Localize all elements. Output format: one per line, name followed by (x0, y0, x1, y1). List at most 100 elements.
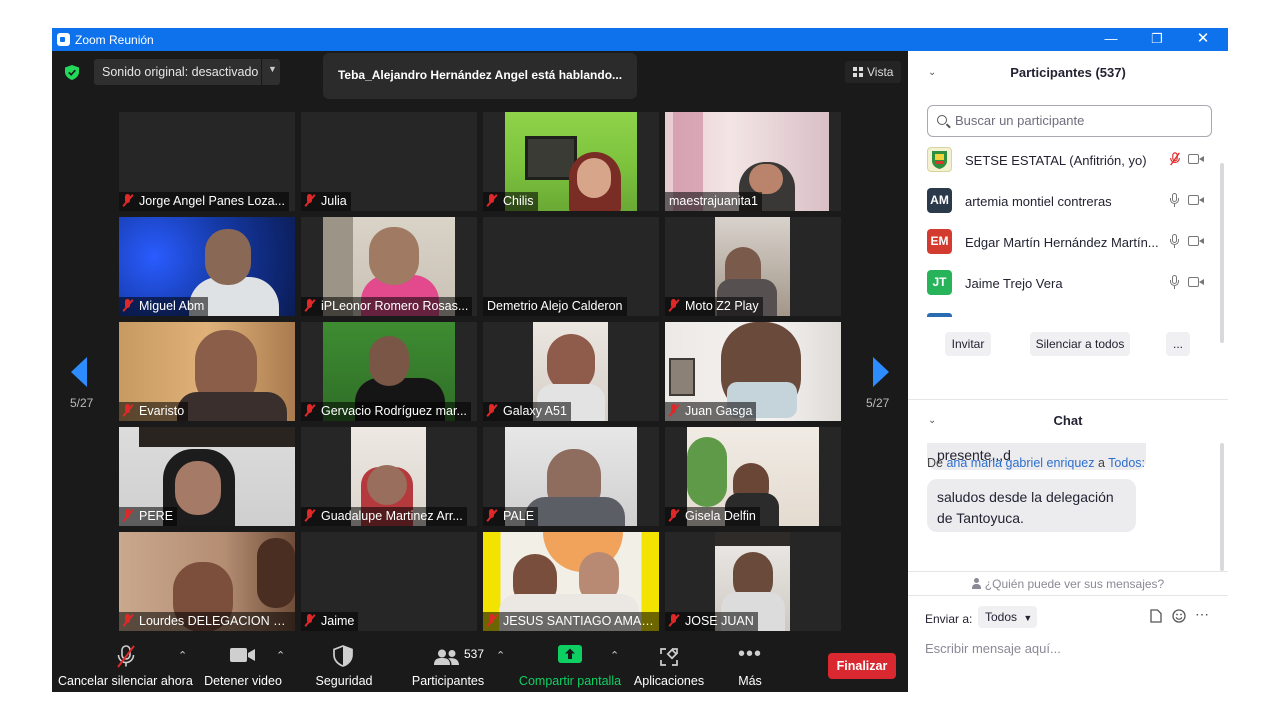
stop-video-button[interactable]: Detener video (200, 641, 286, 691)
zoom-app-icon (57, 33, 70, 46)
participant-row[interactable]: EM Edgar Martín Hernández Martín... (927, 227, 1207, 259)
participant-name-tag: Jorge Angel Panes Loza... (119, 192, 289, 211)
video-tile[interactable]: Miguel Abm (119, 217, 295, 316)
restore-icon[interactable]: ❐ (1142, 30, 1172, 48)
from-prefix: De (927, 456, 943, 470)
microphone-icon[interactable] (1170, 234, 1179, 248)
share-screen-button[interactable]: Compartir pantalla (518, 641, 622, 691)
video-tile[interactable]: Lourdes DELEGACION XIX (119, 532, 295, 631)
video-tile[interactable]: JESUS SANTIAGO AMAD... (483, 532, 659, 631)
participant-row[interactable]: AM artemia montiel contreras (927, 186, 1207, 218)
avatar (927, 147, 952, 172)
video-tile[interactable]: Gisela Delfin (665, 427, 841, 526)
video-tile[interactable]: Chilis (483, 112, 659, 211)
participant-name-tag: Moto Z2 Play (665, 297, 763, 316)
mute-all-button[interactable]: Silenciar a todos (1030, 332, 1130, 356)
chat-message-line: de Tantoyuca. (937, 510, 1024, 526)
invite-button[interactable]: Invitar (945, 332, 991, 356)
message-privacy-link[interactable]: ¿Quién puede ver sus mensajes? (908, 577, 1228, 591)
zoom-window: Zoom Reunión — ❐ ✕ Sonido original: desa… (52, 28, 1228, 692)
more-options-button[interactable]: ... (1166, 332, 1190, 356)
emoji-icon[interactable] (1172, 609, 1186, 623)
apps-icon (660, 648, 678, 666)
participant-name-tag: Lourdes DELEGACION XIX (119, 612, 295, 631)
video-tile[interactable]: Guadalupe Martinez Arr... (301, 427, 477, 526)
send-to-dropdown[interactable]: Todos ▼ (978, 606, 1037, 628)
participant-name: SETSE ESTATAL (Anfitrión, yo) (965, 153, 1147, 168)
end-meeting-button[interactable]: Finalizar (828, 653, 896, 679)
chat-scrollbar[interactable] (1220, 443, 1224, 571)
more-button[interactable]: ••• Más (728, 641, 772, 691)
previous-page-arrow-icon[interactable] (71, 357, 87, 387)
participant-name-tag: Evaristo (119, 402, 189, 421)
participant-name-tag: Galaxy A51 (483, 402, 571, 421)
video-tile[interactable]: Juan Gasga (665, 322, 841, 421)
more-options-icon[interactable]: ⋯ (1195, 606, 1209, 623)
video-tile[interactable]: Jorge Angel Panes Loza... (119, 112, 295, 211)
camera-icon[interactable] (1188, 236, 1204, 247)
recipient-name[interactable]: Todos: (1108, 456, 1145, 470)
security-button[interactable]: Seguridad (312, 641, 376, 691)
participant-name-tag: Guadalupe Martinez Arr... (301, 507, 467, 526)
participant-row[interactable]: JT Jaime Trejo Vera (927, 268, 1207, 300)
participant-name-tag: Demetrio Alejo Calderon (483, 297, 627, 316)
original-sound-button[interactable]: Sonido original: desactivado ▼ (94, 59, 280, 85)
camera-icon[interactable] (1188, 154, 1204, 165)
audio-options-caret-icon[interactable]: ⌃ (178, 649, 187, 662)
participants-label: Participantes (411, 674, 485, 688)
video-tile[interactable]: Gervacio Rodríguez mar... (301, 322, 477, 421)
file-icon[interactable] (1150, 609, 1162, 623)
camera-icon[interactable] (1188, 195, 1204, 206)
video-tile[interactable]: Galaxy A51 (483, 322, 659, 421)
participant-name-tag: PERE (119, 507, 178, 526)
mic-muted-icon (122, 404, 133, 417)
send-to-label: Enviar a: (925, 612, 973, 626)
video-tile[interactable]: Julia (301, 112, 477, 211)
collapse-chevron-icon[interactable]: ⌄ (928, 399, 936, 443)
mic-muted-icon (486, 509, 497, 522)
mic-muted-icon[interactable] (1168, 152, 1182, 166)
participant-name-tag: JOSE JUAN (665, 612, 758, 631)
microphone-icon[interactable] (1170, 193, 1179, 207)
next-page-arrow-icon[interactable] (873, 357, 889, 387)
video-tile[interactable]: maestrajuanita1 (665, 112, 841, 211)
collapse-chevron-icon[interactable]: ⌄ (928, 51, 936, 95)
video-tile[interactable]: PALE (483, 427, 659, 526)
person-face (749, 164, 783, 194)
video-tile[interactable]: PERE (119, 427, 295, 526)
sender-name[interactable]: ana maria gabriel enriquez (946, 456, 1094, 470)
participants-options-caret-icon[interactable]: ⌃ (496, 649, 505, 662)
participants-scrollbar[interactable] (1220, 163, 1224, 343)
close-icon[interactable]: ✕ (1188, 30, 1218, 48)
microphone-icon[interactable] (1170, 275, 1179, 289)
security-shield-icon[interactable] (65, 65, 79, 80)
share-options-caret-icon[interactable]: ⌃ (610, 649, 619, 662)
video-tile[interactable]: Moto Z2 Play (665, 217, 841, 316)
video-tile[interactable]: Demetrio Alejo Calderon (483, 217, 659, 316)
video-tile[interactable]: Evaristo (119, 322, 295, 421)
person-shirt (177, 392, 287, 421)
unmute-label: Cancelar silenciar ahora (58, 674, 193, 688)
person-shirt (525, 497, 625, 526)
person-face (367, 465, 407, 505)
video-tile[interactable]: JOSE JUAN (665, 532, 841, 631)
view-button[interactable]: Vista (845, 61, 901, 83)
chevron-down-icon[interactable]: ▼ (268, 64, 277, 74)
video-tile[interactable]: Jaime (301, 532, 477, 631)
video-options-caret-icon[interactable]: ⌃ (276, 649, 285, 662)
camera-icon[interactable] (1188, 277, 1204, 288)
mic-muted-icon (486, 194, 497, 207)
shield-icon (333, 645, 353, 667)
participant-search-input[interactable]: Buscar un participante (927, 105, 1212, 137)
minimize-icon[interactable]: — (1096, 30, 1126, 48)
video-tile[interactable]: iPLeonor Romero Rosas... (301, 217, 477, 316)
chat-message-input[interactable]: Escribir mensaje aquí... (925, 641, 1061, 656)
participants-button[interactable]: 537 Participantes (410, 641, 486, 691)
apps-button[interactable]: Aplicaciones (632, 641, 706, 691)
mic-muted-icon (486, 614, 497, 627)
share-screen-icon (558, 645, 582, 663)
participant-name-tag: PALE (483, 507, 539, 526)
unmute-button[interactable]: Cancelar silenciar ahora (58, 641, 193, 691)
from-to: a (1097, 456, 1105, 470)
participant-row[interactable]: SETSE ESTATAL (Anfitrión, yo) (927, 145, 1207, 177)
